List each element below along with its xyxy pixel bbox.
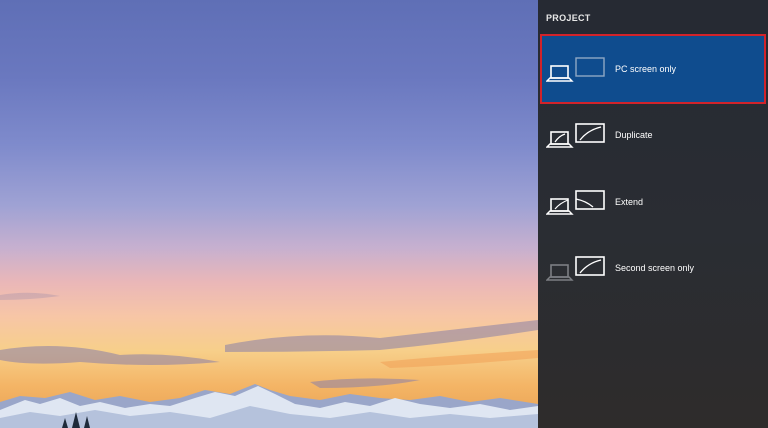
option-label: PC screen only	[615, 64, 677, 74]
second-screen-only-icon	[546, 256, 605, 281]
mountain-landscape	[0, 292, 538, 428]
option-label: Second screen only	[615, 263, 695, 273]
option-duplicate[interactable]: Duplicate	[540, 100, 766, 170]
option-pc-screen-only[interactable]: PC screen only	[540, 34, 766, 104]
project-panel: PROJECT PC screen only Duplicate Extend …	[538, 0, 768, 428]
option-second-screen-only[interactable]: Second screen only	[540, 233, 766, 303]
desktop-wallpaper	[0, 0, 538, 428]
extend-icon	[546, 190, 605, 215]
option-label: Duplicate	[615, 130, 653, 140]
option-extend[interactable]: Extend	[540, 167, 766, 237]
pc-screen-only-icon	[546, 57, 605, 82]
option-label: Extend	[615, 197, 644, 207]
duplicate-icon	[546, 123, 605, 148]
panel-title: PROJECT	[546, 13, 591, 23]
